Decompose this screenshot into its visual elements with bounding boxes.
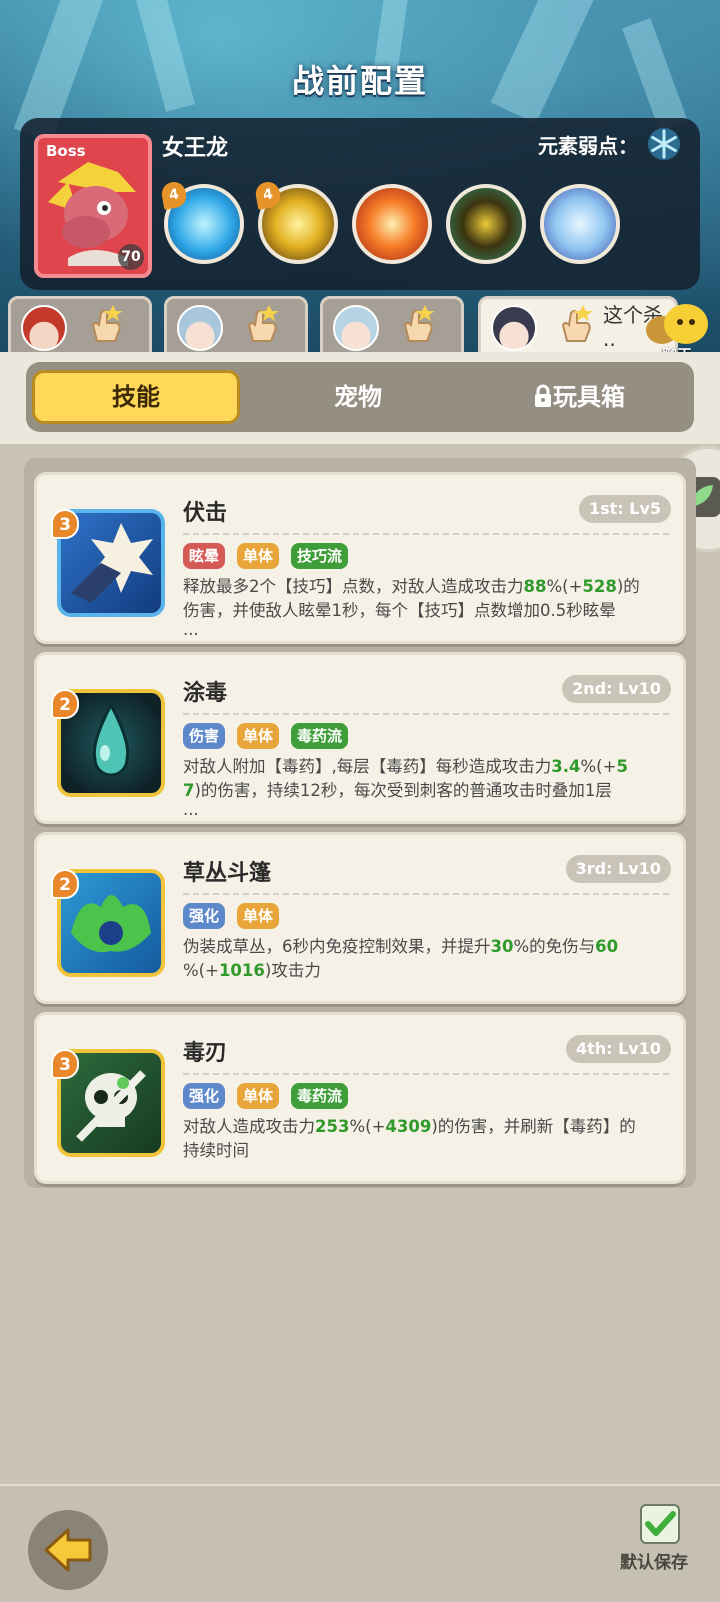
skill-tag: 毒药流: [291, 1083, 349, 1109]
category-tabs: 技能 宠物 玩具箱: [26, 362, 694, 432]
skill-level-badge: 3rd: Lv10: [565, 855, 671, 883]
skill-card[interactable]: 2 涂毒 2nd: Lv10 伤害 单体 毒药流 对敌人附加【毒药】,每层【毒药…: [34, 652, 686, 824]
boss-info-panel: Boss 70 女王龙 元素弱点： 4 4: [20, 118, 700, 290]
skill-description: 释放最多2个【技巧】点数，对敌人造成攻击力88%(+528)的 伤害，并使敌人眩…: [183, 577, 640, 639]
divider: [183, 1073, 669, 1075]
divider: [183, 533, 669, 535]
skill-tag: 单体: [237, 903, 280, 929]
hero-tab-3[interactable]: [320, 296, 464, 356]
ice-crystal-icon[interactable]: [540, 184, 620, 264]
red-hair-hero-avatar: [21, 305, 67, 351]
lock-icon: [535, 384, 551, 407]
pointing-hand-icon: [561, 305, 593, 342]
category-bar: 技能 宠物 玩具箱: [0, 352, 720, 444]
pointing-hand-icon: [247, 305, 279, 342]
hero-tab-2[interactable]: [164, 296, 308, 356]
skill-tag: 眩晕: [183, 543, 226, 569]
skill-level-badge: 4th: Lv10: [565, 1035, 671, 1063]
boss-card[interactable]: Boss 70: [34, 134, 152, 278]
skill-name: 草丛斗篷: [183, 861, 272, 886]
skill-cost-badge: 2: [51, 689, 79, 719]
tab-toybox[interactable]: 玩具箱: [474, 370, 684, 424]
tab-toybox-label: 玩具箱: [553, 383, 625, 411]
skill-list: 3 伏击 1st: Lv5 眩晕 单体 技巧流 释放最多2个【技巧】点数，对敌人…: [24, 458, 696, 1188]
skill-tag: 单体: [237, 723, 280, 749]
pointing-hand-icon: [403, 305, 435, 342]
boss-name: 女王龙: [162, 136, 229, 161]
chat-bubble-icon: [646, 304, 708, 344]
default-save-checkbox[interactable]: [640, 1504, 680, 1544]
skill-name: 伏击: [183, 501, 228, 526]
skill-description: 对敌人附加【毒药】,每层【毒药】每秒造成攻击力3.4%(+5 7)的伤害，持续1…: [183, 757, 628, 819]
tab-skill[interactable]: 技能: [32, 370, 240, 424]
dark-hair-hero-avatar: [491, 305, 537, 351]
skill-name: 毒刃: [183, 1041, 228, 1066]
silver-hair-hero-avatar: [177, 305, 223, 351]
skill-tag: 强化: [183, 903, 226, 929]
divider: [183, 893, 669, 895]
divider: [183, 713, 669, 715]
pointing-hand-icon: [91, 305, 123, 342]
silver-hair-hero-avatar-2: [333, 305, 379, 351]
skill-tag: 伤害: [183, 723, 226, 749]
tab-pet[interactable]: 宠物: [258, 370, 458, 424]
skill-tag: 单体: [237, 543, 280, 569]
skill-level-badge: 2nd: Lv10: [562, 675, 671, 703]
dark-spirit-icon[interactable]: [446, 184, 526, 264]
boss-tag: Boss: [46, 142, 86, 160]
hero-tab-1[interactable]: [8, 296, 152, 356]
skill-tag: 技巧流: [291, 543, 349, 569]
skill-description: 对敌人造成攻击力253%(+4309)的伤害，并刷新【毒药】的 持续时间: [183, 1117, 636, 1160]
skill-cost-badge: 3: [51, 509, 79, 539]
checkmark-icon: [645, 1511, 676, 1536]
page-title: 战前配置: [291, 62, 428, 100]
skill-tag: 强化: [183, 1083, 226, 1109]
boss-level: 70: [118, 244, 144, 270]
skill-cost-badge: 3: [51, 1049, 79, 1079]
back-arrow-icon: [44, 1528, 92, 1572]
skill-level-badge: 1st: Lv5: [578, 495, 671, 523]
snowflake-icon: [648, 128, 680, 160]
skill-tag: 单体: [237, 1083, 280, 1109]
skill-tag: 毒药流: [291, 723, 349, 749]
skill-name: 涂毒: [183, 681, 228, 706]
skill-card[interactable]: 3 毒刃 4th: Lv10 强化 单体 毒药流 对敌人造成攻击力253%(+4…: [34, 1012, 686, 1184]
skill-card[interactable]: 3 伏击 1st: Lv5 眩晕 单体 技巧流 释放最多2个【技巧】点数，对敌人…: [34, 472, 686, 644]
fire-explosion-icon[interactable]: [352, 184, 432, 264]
back-button[interactable]: [28, 1510, 108, 1590]
default-save-label: 默认保存: [620, 1553, 688, 1573]
weakness-label: 元素弱点：: [538, 134, 638, 158]
bottom-bar: 默认保存: [0, 1484, 720, 1602]
skill-card[interactable]: 2 草丛斗篷 3rd: Lv10 强化 单体 伪装成草丛，6秒内免疫控制效果，并…: [34, 832, 686, 1004]
skill-description: 伪装成草丛，6秒内免疫控制效果，并提升30%的免伤与60 %(+1016)攻击力: [183, 937, 619, 980]
skill-cost-badge: 2: [51, 869, 79, 899]
